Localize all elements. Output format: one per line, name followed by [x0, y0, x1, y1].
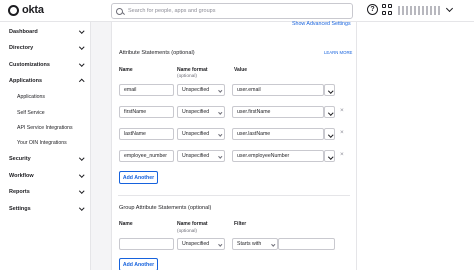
sidebar-item-label: Customizations	[9, 62, 50, 68]
select-value: Unspecified	[182, 131, 210, 137]
sidebar-item-applications[interactable]: Applications	[0, 75, 91, 87]
value-dropdown-button[interactable]	[324, 84, 335, 96]
sidebar-item-directory[interactable]: Directory	[0, 42, 91, 54]
attribute-name-input[interactable]: lastName	[119, 128, 174, 140]
sidebar-subitem-label: Self Service	[17, 110, 45, 116]
apps-grid-icon[interactable]	[382, 4, 393, 15]
section-divider	[118, 195, 350, 196]
column-header-name-format: Name format	[177, 67, 208, 73]
sidebar-item-workflow[interactable]: Workflow	[0, 170, 91, 182]
okta-logo-icon	[8, 4, 19, 16]
sidebar-item-security[interactable]: Security	[0, 153, 91, 165]
search-input[interactable]	[128, 8, 348, 14]
logo-text: okta	[22, 4, 44, 16]
select-value: Unspecified	[182, 109, 210, 115]
chevron-down-icon[interactable]	[445, 4, 454, 13]
group-attribute-name-input[interactable]	[119, 238, 174, 250]
show-advanced-settings-link[interactable]: Show Advanced Settings	[292, 21, 351, 27]
group-name-format-select[interactable]: Unspecified	[177, 238, 225, 250]
column-header-name: Name	[119, 221, 133, 227]
name-format-select[interactable]: Unspecified	[177, 128, 225, 140]
sidebar-item-dashboard[interactable]: Dashboard	[0, 26, 91, 38]
search-icon	[116, 7, 123, 15]
sidebar-item-settings[interactable]: Settings	[0, 203, 91, 215]
sidebar-item-label: Settings	[9, 206, 31, 212]
chevron-down-icon	[79, 205, 85, 211]
sidebar-item-label: Security	[9, 156, 31, 162]
chevron-down-icon	[79, 155, 85, 161]
sidebar-item-customizations[interactable]: Customizations	[0, 59, 91, 71]
sidebar-item-label: Dashboard	[9, 29, 38, 35]
attribute-value-input[interactable]: user.employeeNumber	[232, 150, 324, 162]
attribute-value-input[interactable]: user.email	[232, 84, 324, 96]
remove-row-icon[interactable]: ×	[340, 107, 344, 115]
sidebar-item-label: Workflow	[9, 173, 34, 179]
name-format-select[interactable]: Unspecified	[177, 150, 225, 162]
remove-row-icon[interactable]: ×	[340, 151, 344, 159]
sidebar-subitem-self-service[interactable]: Self Service	[0, 108, 91, 118]
attribute-statements-title: Attribute Statements (optional)	[119, 50, 195, 56]
add-another-group-attribute-button[interactable]: Add Another	[119, 258, 158, 270]
value-dropdown-button[interactable]	[324, 150, 335, 162]
chevron-down-icon	[79, 28, 85, 34]
chevron-down-icon	[79, 172, 85, 178]
okta-logo[interactable]: okta	[8, 4, 44, 16]
attribute-value-input[interactable]: user.lastName	[232, 128, 324, 140]
chevron-down-icon	[217, 88, 222, 93]
column-header-name-format: Name format	[177, 221, 208, 227]
sidebar-subitem-label: API Service Integrations	[17, 125, 73, 131]
learn-more-link[interactable]: LEARN MORE	[324, 50, 352, 55]
help-icon[interactable]: ?	[367, 4, 378, 15]
saml-settings-card	[111, 22, 357, 270]
search-box[interactable]	[111, 3, 353, 19]
chevron-down-icon	[79, 188, 85, 194]
select-value: Unspecified	[182, 153, 210, 159]
sidebar-subitem-label: Your OIN Integrations	[17, 140, 67, 146]
column-header-filter: Filter	[234, 221, 247, 227]
attribute-name-input[interactable]: employee_number	[119, 150, 174, 162]
name-format-select[interactable]: Unspecified	[177, 106, 225, 118]
select-value: Unspecified	[182, 241, 210, 247]
group-attribute-statements-title: Group Attribute Statements (optional)	[119, 205, 212, 211]
column-header-optional: (optional)	[177, 229, 197, 234]
filter-type-select[interactable]: Starts with	[232, 238, 278, 250]
add-another-attribute-button[interactable]: Add Another	[119, 171, 158, 184]
attribute-value-input[interactable]: user.firstName	[232, 106, 324, 118]
sidebar-item-label: Reports	[9, 189, 30, 195]
sidebar-subitem-your-oin-integrations[interactable]: Your OIN Integrations	[0, 138, 91, 148]
select-value: Unspecified	[182, 87, 210, 93]
chevron-down-icon	[79, 44, 85, 50]
chevron-down-icon	[217, 154, 222, 159]
sidebar-item-reports[interactable]: Reports	[0, 186, 91, 198]
column-header-optional: (optional)	[177, 74, 197, 79]
user-menu-redacted[interactable]	[398, 6, 442, 15]
chevron-up-icon	[79, 79, 85, 85]
chevron-down-icon	[270, 242, 275, 247]
column-header-value: Value	[234, 67, 248, 73]
right-pane	[357, 22, 474, 270]
filter-value-input[interactable]	[278, 238, 335, 250]
chevron-down-icon	[217, 242, 222, 247]
value-dropdown-button[interactable]	[324, 128, 335, 140]
sidebar-subitem-api-service-integrations[interactable]: API Service Integrations	[0, 123, 91, 133]
attribute-name-input[interactable]: firstName	[119, 106, 174, 118]
sidebar-item-label: Directory	[9, 45, 34, 51]
column-header-name: Name	[119, 67, 133, 73]
sidebar-subitem-label: Applications	[17, 94, 45, 100]
remove-row-icon[interactable]: ×	[340, 129, 344, 137]
value-dropdown-button[interactable]	[324, 106, 335, 118]
attribute-name-input[interactable]: email	[119, 84, 174, 96]
top-bar: okta ?	[0, 0, 474, 22]
select-value: Starts with	[237, 241, 262, 247]
chevron-down-icon	[217, 110, 222, 115]
chevron-down-icon	[79, 61, 85, 67]
sidebar-item-label: Applications	[9, 78, 43, 84]
name-format-select[interactable]: Unspecified	[177, 84, 225, 96]
chevron-down-icon	[217, 132, 222, 137]
sidebar-subitem-applications[interactable]: Applications	[0, 92, 91, 102]
sidebar: Dashboard Directory Customizations Appli…	[0, 22, 91, 270]
